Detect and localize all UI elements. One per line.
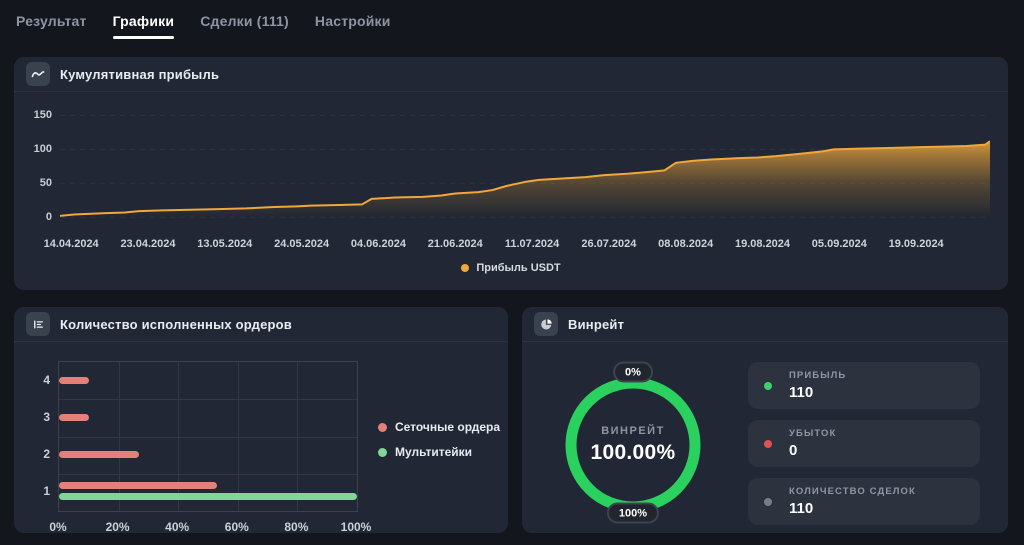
donut-badge-0: 0%	[613, 362, 653, 383]
bar-x-tick-label: 80%	[284, 520, 308, 534]
tab-результат[interactable]: Результат	[16, 13, 87, 46]
y-tick-label: 0	[24, 211, 52, 223]
tab-underline	[113, 36, 175, 39]
donut-center-text: ВИНРЕЙТ 100.00%	[563, 375, 703, 515]
orders-chart-body: 4 3 2 1 0% 20% 40% 60% 80% 100% Сеточные ордера М…	[14, 342, 508, 534]
x-tick-label: 23.04.2024	[120, 238, 175, 250]
x-tick-label: 14.04.2024	[44, 238, 99, 250]
legend-dot-icon	[378, 423, 387, 432]
grid-orders-bar[interactable]	[59, 482, 217, 489]
stat-card: ПРИБЫЛЬ 110	[748, 362, 980, 409]
x-tick-label: 05.09.2024	[812, 238, 867, 250]
legend-dot-icon	[461, 264, 469, 272]
cumulative-chart-body: 150 100 50 0 14.04.2024 23.04.2024 13.05.2024…	[14, 92, 1008, 291]
x-tick-label: 21.06.2024	[428, 238, 483, 250]
winrate-center-label: ВИНРЕЙТ	[601, 425, 665, 437]
grid-orders-bar[interactable]	[59, 451, 139, 458]
tab-underline	[200, 36, 289, 39]
panel-title: Винрейт	[568, 317, 624, 332]
tab-настройки[interactable]: Настройки	[315, 13, 391, 46]
cumulative-profit-panel: Кумулятивная прибыль 150 100 50 0 14.04.202…	[14, 57, 1008, 290]
cumulative-chart-plot[interactable]	[60, 112, 990, 224]
orders-list-icon	[26, 312, 50, 336]
stat-label: УБЫТОК	[789, 428, 836, 439]
legend-item: Мультитейки	[378, 445, 500, 459]
stat-card: УБЫТОК 0	[748, 420, 980, 467]
bar-category-label: 1	[28, 484, 50, 498]
stat-dot-icon	[764, 382, 772, 390]
stat-value: 110	[789, 384, 846, 401]
panel-title: Количество исполненных ордеров	[60, 317, 292, 332]
winrate-body: ВИНРЕЙТ 100.00% 0% 100% ПРИБЫЛЬ 110 УБЫТОК…	[522, 342, 1008, 534]
tab-графики[interactable]: Графики	[113, 13, 175, 46]
winrate-panel: Винрейт ВИНРЕЙТ 100.00% 0% 100% ПРИБЫЛЬ 1…	[522, 307, 1008, 533]
line-chart-icon	[26, 62, 50, 86]
tab-bar: Результат Графики Сделки (111) Настройки	[0, 0, 1024, 46]
winrate-stats: ПРИБЫЛЬ 110 УБЫТОК 0 КОЛИЧЕСТВО СДЕЛОК 110	[748, 362, 980, 525]
winrate-center-value: 100.00%	[590, 441, 675, 465]
tab-сделки-111-[interactable]: Сделки (111)	[200, 13, 289, 46]
stat-dot-icon	[764, 440, 772, 448]
legend-label: Мультитейки	[395, 445, 472, 459]
stat-text: УБЫТОК 0	[789, 428, 836, 459]
bar-x-tick-label: 40%	[165, 520, 189, 534]
x-tick-label: 04.06.2024	[351, 238, 406, 250]
stat-value: 110	[789, 500, 916, 517]
stat-value: 0	[789, 442, 836, 459]
bar-x-tick-label: 60%	[225, 520, 249, 534]
orders-chart-legend: Сеточные ордера Мультитейки	[378, 420, 500, 459]
bar-category-label: 2	[28, 447, 50, 461]
winrate-panel-header: Винрейт	[522, 307, 1008, 342]
legend-label: Сеточные ордера	[395, 420, 500, 434]
grid-orders-bar[interactable]	[59, 414, 89, 421]
cumulative-chart-legend: Прибыль USDT	[14, 262, 1008, 274]
grid-line-horizontal	[59, 437, 357, 438]
stat-label: КОЛИЧЕСТВО СДЕЛОК	[789, 486, 916, 497]
legend-item: Сеточные ордера	[378, 420, 500, 434]
bar-category-label: 3	[28, 410, 50, 424]
bar-x-tick-label: 0%	[49, 520, 66, 534]
x-tick-label: 13.05.2024	[197, 238, 252, 250]
stat-text: КОЛИЧЕСТВО СДЕЛОК 110	[789, 486, 916, 517]
panel-title: Кумулятивная прибыль	[60, 67, 219, 82]
stat-text: ПРИБЫЛЬ 110	[789, 370, 846, 401]
orders-panel-header: Количество исполненных ордеров	[14, 307, 508, 342]
tab-label: Сделки (111)	[200, 13, 289, 29]
bar-x-tick-label: 100%	[341, 520, 372, 534]
grid-orders-bar[interactable]	[59, 377, 89, 384]
stat-card: КОЛИЧЕСТВО СДЕЛОК 110	[748, 478, 980, 525]
x-tick-label: 08.08.2024	[658, 238, 713, 250]
tab-label: Графики	[113, 13, 175, 29]
tab-label: Результат	[16, 13, 87, 29]
cumulative-panel-header: Кумулятивная прибыль	[14, 57, 1008, 92]
legend-label: Прибыль USDT	[476, 262, 560, 274]
stat-label: ПРИБЫЛЬ	[789, 370, 846, 381]
x-tick-label: 19.09.2024	[889, 238, 944, 250]
x-tick-label: 24.05.2024	[274, 238, 329, 250]
x-tick-label: 11.07.2024	[505, 238, 559, 250]
x-tick-label: 26.07.2024	[581, 238, 636, 250]
donut-badge-100: 100%	[607, 503, 659, 524]
grid-line-horizontal	[59, 474, 357, 475]
y-tick-label: 150	[24, 109, 52, 121]
y-tick-label: 50	[24, 177, 52, 189]
bar-category-label: 4	[28, 373, 50, 387]
winrate-donut-chart[interactable]: ВИНРЕЙТ 100.00%	[563, 375, 703, 515]
stat-dot-icon	[764, 498, 772, 506]
grid-line-horizontal	[59, 399, 357, 400]
x-tick-label: 19.08.2024	[735, 238, 790, 250]
tab-underline	[315, 36, 391, 39]
executed-orders-panel: Количество исполненных ордеров 4 3 2 1 0% 20…	[14, 307, 508, 533]
legend-dot-icon	[378, 448, 387, 457]
pie-chart-icon	[534, 312, 558, 336]
orders-bar-plot[interactable]	[58, 361, 358, 512]
tab-underline	[16, 36, 87, 39]
tab-label: Настройки	[315, 13, 391, 29]
y-tick-label: 100	[24, 143, 52, 155]
multitake-bar[interactable]	[59, 493, 357, 500]
bar-x-tick-label: 20%	[106, 520, 130, 534]
